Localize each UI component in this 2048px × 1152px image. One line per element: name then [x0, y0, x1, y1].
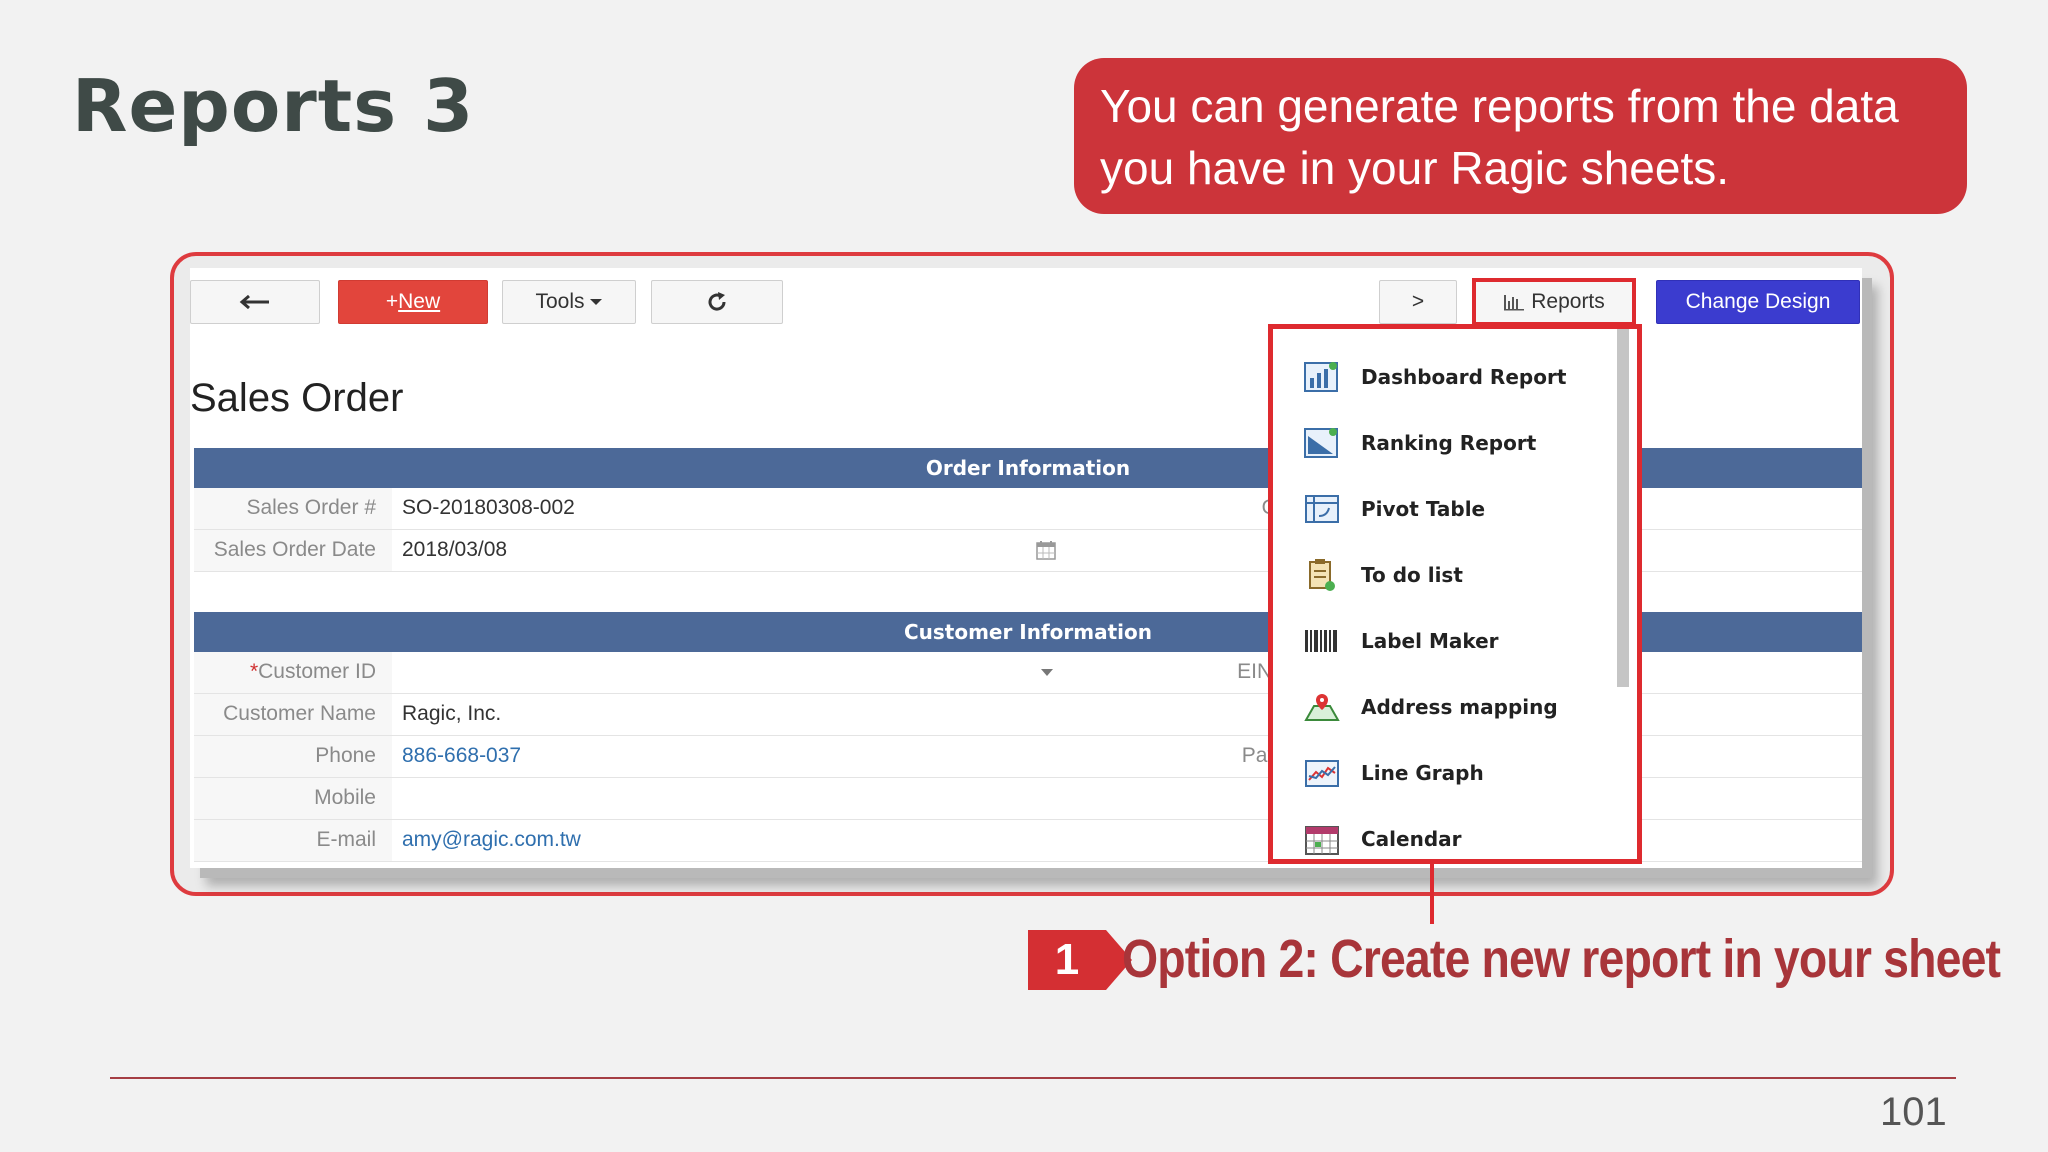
- section-title: Order Information: [925, 456, 1131, 480]
- menu-item-address-mapping[interactable]: Address mapping: [1303, 687, 1558, 727]
- next-button[interactable]: >: [1379, 280, 1457, 324]
- field-label-right: Inco: [734, 828, 1348, 852]
- change-design-label: Change Design: [1685, 290, 1831, 313]
- field-label-right: EIN / VAT N: [1237, 660, 1348, 683]
- step-badge: 1: [1028, 930, 1106, 990]
- new-label: New: [398, 290, 441, 313]
- dashboard-report-icon: [1304, 362, 1338, 392]
- menu-item-label: To do list: [1361, 563, 1463, 587]
- menu-item-ranking-report[interactable]: Ranking Report: [1303, 423, 1536, 463]
- back-button[interactable]: [190, 280, 320, 324]
- menu-item-dashboard-report[interactable]: Dashboard Report: [1303, 357, 1566, 397]
- tools-button[interactable]: Tools: [502, 280, 636, 324]
- menu-item-label: Dashboard Report: [1361, 365, 1567, 389]
- refresh-icon: [708, 292, 726, 311]
- menu-item-label-maker[interactable]: Label Maker: [1303, 621, 1499, 661]
- menu-item-label: Ranking Report: [1361, 431, 1537, 455]
- menu-item-label: Pivot Table: [1361, 497, 1486, 521]
- field-value[interactable]: 2018/03/08: [402, 538, 507, 562]
- phone-link[interactable]: 886-668-037: [402, 744, 521, 768]
- option-caption: Option 2: Create new report in your shee…: [1122, 929, 2001, 989]
- menu-item-todo-list[interactable]: To do list: [1303, 555, 1463, 595]
- required-marker: *: [249, 660, 259, 683]
- menu-item-calendar[interactable]: Calendar: [1303, 819, 1462, 859]
- field-label: Customer Name: [223, 702, 376, 725]
- field-value[interactable]: SO-20180308-002: [402, 496, 575, 520]
- field-label: Sales Order Date: [213, 538, 376, 561]
- todo-list-icon: [1309, 559, 1335, 591]
- barcode-icon: [1305, 630, 1337, 652]
- callout-box: You can generate reports from the data y…: [1074, 58, 1967, 214]
- menu-item-label: Line Graph: [1361, 761, 1484, 785]
- field-value[interactable]: Ragic, Inc.: [402, 702, 501, 726]
- email-link[interactable]: amy@ragic.com.tw: [402, 828, 581, 852]
- field-label-right: Paymen: [734, 786, 1348, 810]
- calendar-icon: [1305, 826, 1339, 855]
- reports-dropdown-menu: Dashboard Report Ranking Report Pivot Ta…: [1268, 324, 1642, 864]
- new-button[interactable]: + New: [338, 280, 488, 324]
- new-prefix: +: [385, 290, 399, 313]
- field-label-right: Order Ca: [734, 496, 1348, 520]
- field-label: E-mail: [316, 828, 376, 851]
- footer-divider: [110, 1077, 1956, 1079]
- menu-item-line-graph[interactable]: Line Graph: [1303, 753, 1484, 793]
- refresh-button[interactable]: [651, 280, 783, 324]
- page-number: 101: [1880, 1090, 1947, 1134]
- ranking-report-icon: [1304, 428, 1338, 458]
- field-label-right: Payment M: [734, 744, 1348, 768]
- calendar-picker-icon[interactable]: [1036, 540, 1056, 560]
- section-title: Customer Information: [903, 620, 1153, 644]
- dropdown-scrollbar[interactable]: [1617, 329, 1629, 687]
- caret-down-icon: [589, 299, 602, 305]
- next-icon: >: [1411, 290, 1425, 313]
- field-label: Phone: [315, 744, 376, 767]
- change-design-button[interactable]: Change Design: [1656, 280, 1860, 324]
- field-label: Sales Order #: [246, 496, 376, 519]
- pivot-table-icon: [1305, 495, 1339, 523]
- menu-item-label: Address mapping: [1361, 695, 1558, 719]
- tools-label: Tools: [535, 290, 585, 313]
- menu-item-label: Label Maker: [1361, 629, 1499, 653]
- connector-line: [1430, 864, 1434, 924]
- menu-item-label: Calendar: [1361, 827, 1462, 851]
- back-arrow-icon: [239, 295, 269, 309]
- field-label: Mobile: [314, 786, 376, 809]
- line-graph-icon: [1305, 760, 1339, 787]
- reports-highlight-box: [1472, 278, 1636, 326]
- map-pin-icon: [1304, 694, 1340, 721]
- page-title: Sales Order: [190, 376, 404, 420]
- field-label-right: Account: [734, 702, 1348, 726]
- menu-item-pivot-table[interactable]: Pivot Table: [1303, 489, 1485, 529]
- slide-title: Reports 3: [72, 64, 475, 148]
- field-label: *Customer ID: [194, 660, 376, 684]
- field-label-text: Customer ID: [258, 660, 376, 683]
